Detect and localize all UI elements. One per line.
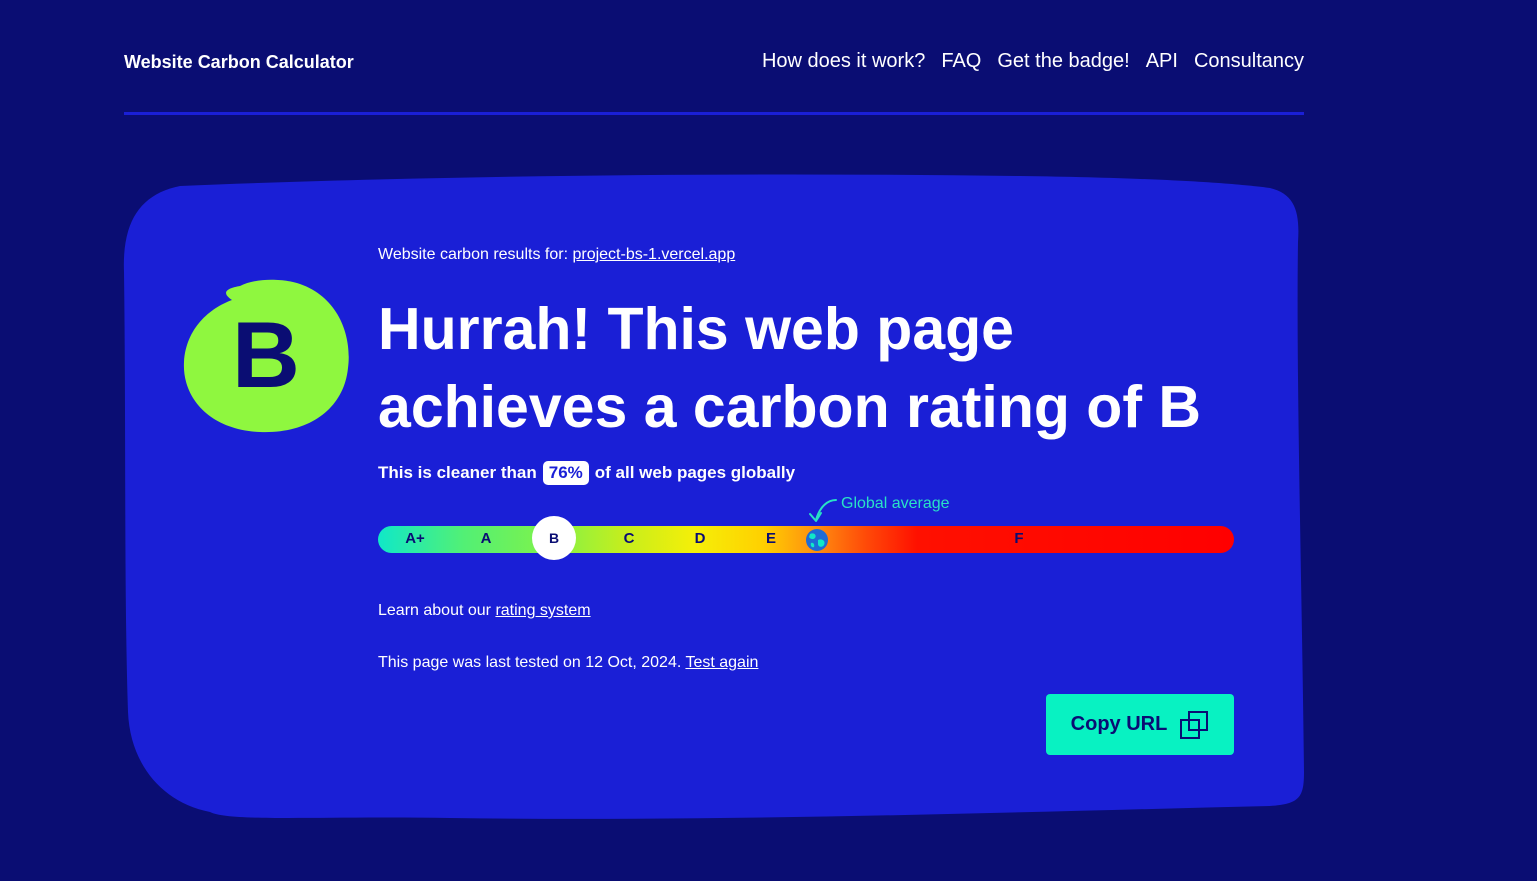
learn-prefix: Learn about our bbox=[378, 602, 491, 619]
learn-rating-text: Learn about our rating system bbox=[378, 602, 591, 620]
current-grade-marker: B bbox=[532, 516, 576, 560]
cleaner-statement: This is cleaner than 76% of all web page… bbox=[378, 461, 795, 485]
global-average-arrow-icon bbox=[809, 499, 837, 522]
test-again-link[interactable]: Test again bbox=[685, 654, 758, 671]
scale-label-f: F bbox=[1014, 530, 1024, 547]
globe-icon bbox=[806, 529, 828, 551]
cleaner-suffix: of all web pages globally bbox=[594, 463, 796, 482]
grade-letter: B bbox=[232, 302, 300, 407]
copy-icon bbox=[1180, 710, 1209, 739]
copy-url-label: Copy URL bbox=[1070, 713, 1168, 735]
scale-label-d: D bbox=[694, 530, 706, 547]
scale-label-a-plus: A+ bbox=[405, 530, 425, 547]
last-tested-date: This page was last tested on 12 Oct, 202… bbox=[378, 654, 682, 671]
copy-url-button[interactable]: Copy URL bbox=[1046, 694, 1234, 755]
rating-system-link[interactable]: rating system bbox=[495, 602, 590, 619]
result-content: B Website carbon results for: project-bs… bbox=[0, 0, 1537, 881]
tested-url-link[interactable]: project-bs-1.vercel.app bbox=[572, 246, 735, 263]
cleaner-prefix: This is cleaner than bbox=[378, 463, 537, 482]
scale-label-c: C bbox=[623, 530, 635, 547]
page-title: Hurrah! This web page achieves a carbon … bbox=[378, 296, 1201, 440]
scale-label-e: E bbox=[765, 530, 777, 547]
scale-label-a: A bbox=[480, 530, 492, 547]
last-tested-text: This page was last tested on 12 Oct, 202… bbox=[378, 654, 758, 672]
results-for-label: Website carbon results for: bbox=[378, 246, 569, 263]
global-average-label: Global average bbox=[841, 495, 950, 512]
rating-scale: A+ A C D E F B Global average bbox=[378, 492, 1234, 562]
results-for: Website carbon results for: project-bs-1… bbox=[378, 246, 735, 264]
cleaner-percent-badge: 76% bbox=[542, 461, 589, 485]
